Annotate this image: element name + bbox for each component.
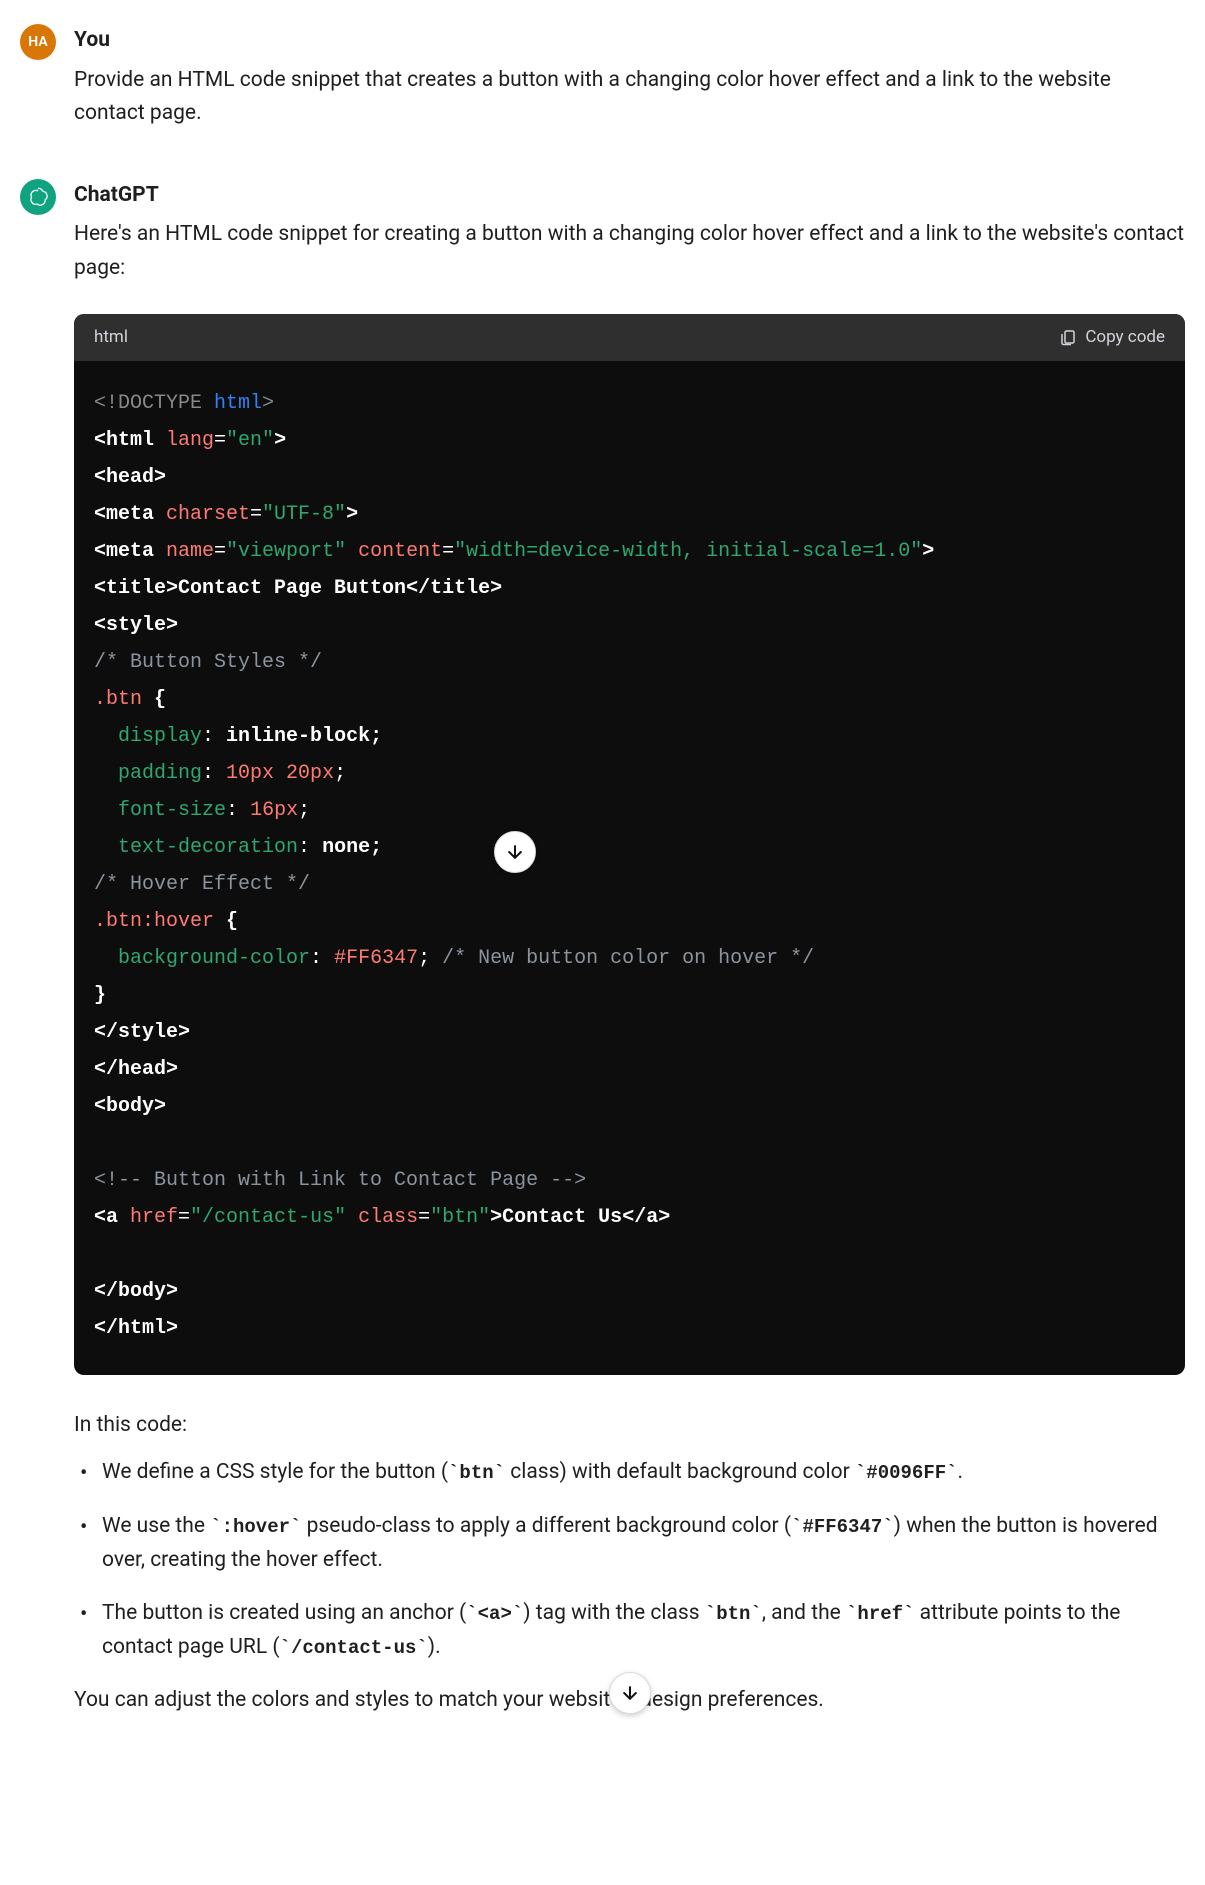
- code-content[interactable]: <!DOCTYPE html> <html lang="en"> <head> …: [74, 361, 1185, 1375]
- user-message-body: You Provide an HTML code snippet that cr…: [74, 24, 1185, 131]
- clipboard-icon: [1059, 328, 1077, 346]
- copy-code-label: Copy code: [1085, 324, 1165, 351]
- bot-message: ChatGPT Here's an HTML code snippet for …: [20, 179, 1185, 1718]
- list-item: We use the `:hover` pseudo-class to appl…: [74, 1510, 1185, 1577]
- code-header: html Copy code: [74, 314, 1185, 361]
- scroll-down-button[interactable]: [494, 831, 536, 873]
- arrow-down-icon: [505, 842, 525, 862]
- user-avatar-initials: HA: [28, 31, 47, 53]
- user-avatar: HA: [20, 24, 56, 60]
- user-sender-label: You: [74, 24, 1185, 58]
- list-item: The button is created using an anchor (`…: [74, 1597, 1185, 1664]
- bot-sender-label: ChatGPT: [74, 179, 1185, 213]
- code-block: html Copy code <!DOCTYPE html> <html lan…: [74, 314, 1185, 1375]
- arrow-down-icon: [620, 1683, 640, 1703]
- user-message: HA You Provide an HTML code snippet that…: [20, 24, 1185, 131]
- code-language-label: html: [94, 324, 128, 351]
- explain-intro: In this code:: [74, 1409, 1185, 1443]
- list-item: We define a CSS style for the button (`b…: [74, 1456, 1185, 1490]
- bot-avatar: [20, 179, 56, 215]
- copy-code-button[interactable]: Copy code: [1059, 324, 1165, 351]
- explanation-list: We define a CSS style for the button (`b…: [74, 1456, 1185, 1664]
- bot-intro-text: Here's an HTML code snippet for creating…: [74, 218, 1185, 285]
- openai-logo-icon: [27, 186, 49, 208]
- user-message-text: Provide an HTML code snippet that create…: [74, 64, 1185, 131]
- bot-message-body: ChatGPT Here's an HTML code snippet for …: [74, 179, 1185, 1718]
- scroll-down-button[interactable]: [609, 1672, 651, 1714]
